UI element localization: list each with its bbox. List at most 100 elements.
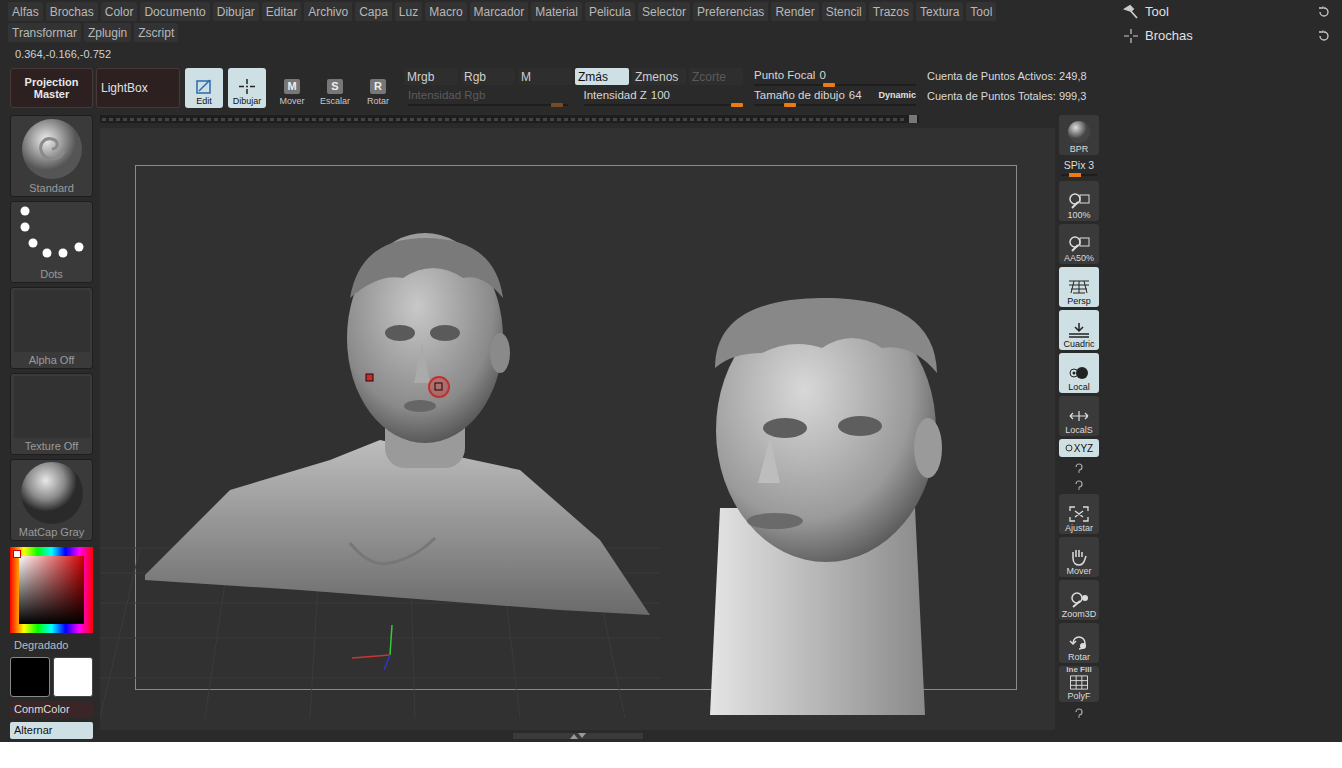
sculpture-viewport[interactable] (100, 128, 1055, 730)
menu-item[interactable]: Zplugin (84, 23, 131, 42)
shelf-item[interactable]: Alpha Off (10, 287, 93, 369)
rotate-icon (1068, 634, 1090, 652)
canvas[interactable] (100, 128, 1055, 730)
menu-item[interactable]: Marcador (470, 2, 529, 21)
shelf-item[interactable]: Texture Off (10, 373, 93, 455)
draw-slider[interactable]: Tamaño de dibujo64Dynamic (750, 88, 920, 107)
slider-track[interactable] (408, 104, 568, 106)
menu-item[interactable]: Documento (140, 2, 209, 21)
local-icon (1068, 364, 1090, 382)
reset-icon[interactable] (1318, 30, 1330, 42)
menu-item[interactable]: Archivo (304, 2, 352, 21)
palette-header[interactable]: Tool (1123, 3, 1330, 21)
brush-crosshair-icon (1123, 28, 1139, 44)
color-button[interactable]: ConmColor (10, 701, 93, 718)
mode-button[interactable]: MMover (273, 68, 311, 108)
mini-button[interactable] (1059, 460, 1099, 474)
coordinates: 0.364,-0.166,-0.752 (0, 44, 1105, 64)
menu-item[interactable]: Dibujar (213, 2, 259, 21)
view-button[interactable]: 100% (1059, 181, 1099, 221)
menu-item[interactable]: Stencil (822, 2, 866, 21)
spix-slider[interactable]: SPix 3 (1059, 158, 1099, 178)
intensity-slider: Intensidad Rgb (404, 88, 572, 107)
menu-item[interactable]: Material (531, 2, 582, 21)
menu-item[interactable]: Macro (425, 2, 466, 21)
menu-item[interactable]: Brochas (46, 2, 98, 21)
menu-item[interactable]: Capa (355, 2, 392, 21)
shelf-label: MatCap Gray (19, 526, 84, 539)
menu-row: AlfasBrochasColorDocumentoDibujarEditarA… (8, 2, 1105, 21)
gradient-label[interactable]: Degradado (10, 637, 93, 653)
draw-slider[interactable]: Punto Focal0 (750, 68, 920, 87)
reset-icon[interactable] (1318, 6, 1330, 18)
channel-button[interactable]: M (518, 68, 572, 85)
menu-item[interactable]: Transformar (8, 23, 81, 42)
view-button[interactable]: Persp (1059, 267, 1099, 307)
menu-item[interactable]: Textura (916, 2, 963, 21)
menu-item[interactable]: Color (101, 2, 138, 21)
slider-track[interactable] (754, 84, 916, 86)
mode-button[interactable]: Dibujar (228, 68, 266, 108)
channel-button[interactable]: Zmenos (632, 68, 686, 85)
slider-label: Tamaño de dibujo (754, 88, 845, 102)
slider-track[interactable] (754, 104, 916, 106)
view-button-label: 100% (1067, 210, 1090, 220)
document-ruler[interactable] (100, 115, 919, 123)
shelf-item[interactable]: Standard (10, 115, 93, 197)
lightbox-button[interactable]: LightBox (96, 68, 180, 108)
view-button[interactable]: Cuadric (1059, 310, 1099, 350)
palette-header[interactable]: Brochas (1123, 27, 1330, 45)
menu-item[interactable]: Editar (262, 2, 301, 21)
perspective-icon (1068, 278, 1090, 296)
view-button[interactable]: Ine FillPolyF (1059, 666, 1099, 702)
shelf-item[interactable]: MatCap Gray (10, 459, 93, 541)
dynamic-label[interactable]: Dynamic (878, 88, 916, 102)
color-swatch[interactable] (53, 657, 93, 697)
intensity-slider[interactable]: Intensidad Z100 (580, 88, 748, 107)
slider-handle[interactable] (823, 83, 835, 87)
slider-handle[interactable] (731, 103, 743, 107)
mode-label: Rotar (367, 96, 389, 106)
menu-item[interactable]: Zscript (134, 23, 178, 42)
view-button[interactable]: Mover (1059, 537, 1099, 577)
menu-item[interactable]: Alfas (8, 2, 43, 21)
color-button[interactable]: Alternar (10, 722, 93, 739)
channel-button[interactable]: Zmás (575, 68, 629, 85)
rotate-small-icon (1065, 444, 1073, 452)
view-button[interactable]: LocalS (1059, 396, 1099, 436)
view-button[interactable]: AA50% (1059, 224, 1099, 264)
channel-button[interactable]: Rgb (461, 68, 515, 85)
slider-handle[interactable] (551, 103, 563, 107)
bottom-handle[interactable] (100, 730, 1055, 742)
mode-button[interactable]: Edit (185, 68, 223, 108)
picker-cursor (13, 550, 21, 558)
view-button[interactable]: Zoom3D (1059, 580, 1099, 620)
xyz-button[interactable]: XYZ (1059, 439, 1099, 457)
mode-button[interactable]: RRotar (359, 68, 397, 108)
menu-item[interactable]: Preferencias (693, 2, 768, 21)
view-button[interactable]: Local (1059, 353, 1099, 393)
slider-track[interactable] (584, 104, 744, 106)
view-button-label: BPR (1070, 144, 1089, 154)
view-button[interactable]: Rotar (1059, 623, 1099, 663)
view-button-label: Ajustar (1065, 523, 1093, 533)
rotate-axis-icon (1073, 478, 1085, 490)
mini-button[interactable] (1059, 477, 1099, 491)
menu-item[interactable]: Trazos (869, 2, 913, 21)
menu-item[interactable]: Pelicula (585, 2, 635, 21)
mode-button[interactable]: SEscalar (316, 68, 354, 108)
menu-item[interactable]: Selector (638, 2, 690, 21)
projection-master-button[interactable]: Projection Master (10, 68, 93, 108)
menu-item[interactable]: Tool (966, 2, 996, 21)
channel-button[interactable]: Mrgb (404, 68, 458, 85)
view-button[interactable]: Ajustar (1059, 494, 1099, 534)
view-button[interactable]: BPR (1059, 115, 1099, 155)
color-swatch[interactable] (10, 657, 50, 697)
slider-handle[interactable] (784, 103, 796, 107)
menu-item[interactable]: Luz (395, 2, 422, 21)
color-picker[interactable] (10, 547, 93, 633)
shelf-item[interactable]: Dots (10, 201, 93, 283)
key-icon: M (284, 79, 300, 94)
menu-item[interactable]: Render (771, 2, 818, 21)
mini-button[interactable] (1059, 705, 1099, 719)
